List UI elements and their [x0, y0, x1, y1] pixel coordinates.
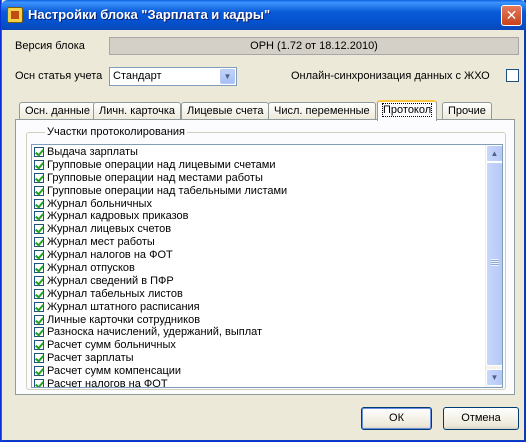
- item-checkbox[interactable]: [34, 301, 44, 312]
- list-item[interactable]: Расчет сумм компенсации: [33, 365, 483, 378]
- scroll-up-icon[interactable]: ▲: [486, 145, 502, 162]
- protocol-checklist: Выдача зарплаты Групповые операции над ли…: [31, 144, 503, 388]
- item-checkbox[interactable]: [34, 288, 44, 299]
- item-checkbox[interactable]: [34, 185, 44, 196]
- tab-label: Осн. данные: [25, 105, 90, 117]
- vertical-scrollbar[interactable]: ▲ ▼: [485, 145, 502, 387]
- item-label: Расчет налогов на ФОТ: [47, 378, 168, 388]
- item-label: Групповые операции над табельными листам…: [47, 184, 288, 197]
- window-title: Настройки блока "Зарплата и кадры": [28, 7, 271, 22]
- item-label: Журнал штатного расписания: [47, 300, 200, 313]
- item-label: Расчет зарплаты: [47, 352, 134, 365]
- main-account-select[interactable]: Стандарт ▼: [109, 67, 237, 86]
- item-checkbox[interactable]: [34, 147, 44, 157]
- scrollbar-thumb[interactable]: [486, 162, 502, 366]
- item-label: Групповые операции над местами работы: [47, 171, 263, 184]
- item-checkbox[interactable]: [34, 340, 44, 351]
- list-item[interactable]: Журнал больничных: [33, 198, 483, 211]
- list-items: Выдача зарплаты Групповые операции над ли…: [33, 146, 483, 388]
- tab-bar: Осн. данные Личн. карточка Лицевые счета…: [15, 100, 515, 121]
- item-label: Разноска начислений, удержаний, выплат: [47, 326, 263, 339]
- app-icon: [7, 7, 23, 23]
- protocol-panel: Участки протоколирования Выдача зарплаты…: [15, 119, 515, 395]
- list-item[interactable]: Журнал штатного расписания: [33, 301, 483, 314]
- item-checkbox[interactable]: [34, 237, 44, 248]
- list-item[interactable]: Расчет зарплаты: [33, 352, 483, 365]
- list-item[interactable]: Расчет налогов на ФОТ: [33, 378, 483, 388]
- item-checkbox[interactable]: [34, 379, 44, 387]
- item-checkbox[interactable]: [34, 211, 44, 222]
- main-account-label: Осн статья учета: [15, 70, 103, 82]
- sync-label: Онлайн-синхронизация данных с ЖХО: [291, 70, 490, 82]
- grip-icon: [491, 259, 499, 266]
- list-item[interactable]: Журнал сведений в ПФР: [33, 275, 483, 288]
- tab-numeric-variables[interactable]: Числ. переменные: [268, 102, 376, 120]
- list-item[interactable]: Групповые операции над табельными листам…: [33, 185, 483, 198]
- list-item[interactable]: Журнал кадровых приказов: [33, 210, 483, 223]
- settings-dialog: Настройки блока "Зарплата и кадры" ✕ Вер…: [0, 0, 526, 442]
- list-item[interactable]: Журнал отпусков: [33, 262, 483, 275]
- tab-label: Прочие: [448, 105, 486, 117]
- item-label: Журнал кадровых приказов: [47, 210, 189, 223]
- sync-checkbox[interactable]: [506, 69, 519, 82]
- list-item[interactable]: Выдача зарплаты: [33, 146, 483, 159]
- tab-label: Личн. карточка: [99, 105, 176, 117]
- item-label: Журнал сведений в ПФР: [47, 274, 174, 287]
- list-item[interactable]: Расчет сумм больничных: [33, 339, 483, 352]
- item-checkbox[interactable]: [34, 172, 44, 183]
- item-checkbox[interactable]: [34, 366, 44, 377]
- version-value: ОРН (1.72 от 18.12.2010): [109, 37, 519, 55]
- list-item[interactable]: Разноска начислений, удержаний, выплат: [33, 326, 483, 339]
- item-checkbox[interactable]: [34, 250, 44, 261]
- item-label: Журнал табельных листов: [47, 287, 183, 300]
- tab-label: Числ. переменные: [274, 105, 370, 117]
- tab-personal-card[interactable]: Личн. карточка: [93, 102, 182, 120]
- tab-protocol[interactable]: Протокол: [377, 100, 438, 121]
- item-checkbox[interactable]: [34, 314, 44, 325]
- list-item[interactable]: Групповые операции над местами работы: [33, 172, 483, 185]
- list-item[interactable]: Личные карточки сотрудников: [33, 314, 483, 327]
- list-item[interactable]: Журнал табельных листов: [33, 288, 483, 301]
- tab-label: Лицевые счета: [187, 105, 264, 117]
- chevron-down-icon[interactable]: ▼: [220, 69, 235, 84]
- item-label: Журнал налогов на ФОТ: [47, 249, 173, 262]
- tab-main-data[interactable]: Осн. данные: [19, 102, 96, 120]
- version-label: Версия блока: [15, 40, 85, 52]
- list-item[interactable]: Журнал налогов на ФОТ: [33, 249, 483, 262]
- list-item[interactable]: Журнал мест работы: [33, 236, 483, 249]
- item-checkbox[interactable]: [34, 327, 44, 338]
- tab-label: Протокол: [381, 103, 433, 117]
- item-label: Журнал больничных: [47, 197, 152, 210]
- close-button[interactable]: ✕: [501, 5, 522, 26]
- item-checkbox[interactable]: [34, 353, 44, 364]
- item-checkbox[interactable]: [34, 263, 44, 274]
- item-label: Выдача зарплаты: [47, 146, 138, 158]
- list-item[interactable]: Групповые операции над лицевыми счетами: [33, 159, 483, 172]
- item-label: Расчет сумм компенсации: [47, 365, 182, 378]
- title-bar[interactable]: Настройки блока "Зарплата и кадры" ✕: [1, 0, 526, 30]
- ok-button[interactable]: ОК: [361, 407, 432, 430]
- tab-other[interactable]: Прочие: [442, 102, 492, 120]
- tab-personal-accounts[interactable]: Лицевые счета: [181, 102, 270, 120]
- scroll-down-icon[interactable]: ▼: [486, 369, 502, 386]
- item-label: Групповые операции над лицевыми счетами: [47, 158, 276, 171]
- item-label: Личные карточки сотрудников: [47, 313, 201, 326]
- item-checkbox[interactable]: [34, 275, 44, 286]
- list-item[interactable]: Журнал лицевых счетов: [33, 223, 483, 236]
- item-label: Расчет сумм больничных: [47, 339, 176, 352]
- item-checkbox[interactable]: [34, 159, 44, 170]
- item-label: Журнал мест работы: [47, 236, 155, 249]
- item-checkbox[interactable]: [34, 198, 44, 209]
- main-account-value: Стандарт: [113, 70, 162, 82]
- item-checkbox[interactable]: [34, 224, 44, 235]
- protocol-group: Участки протоколирования Выдача зарплаты…: [26, 126, 506, 390]
- cancel-button[interactable]: Отмена: [443, 407, 519, 430]
- group-label: Участки протоколирования: [45, 126, 187, 138]
- item-label: Журнал отпусков: [47, 262, 135, 275]
- item-label: Журнал лицевых счетов: [47, 223, 172, 236]
